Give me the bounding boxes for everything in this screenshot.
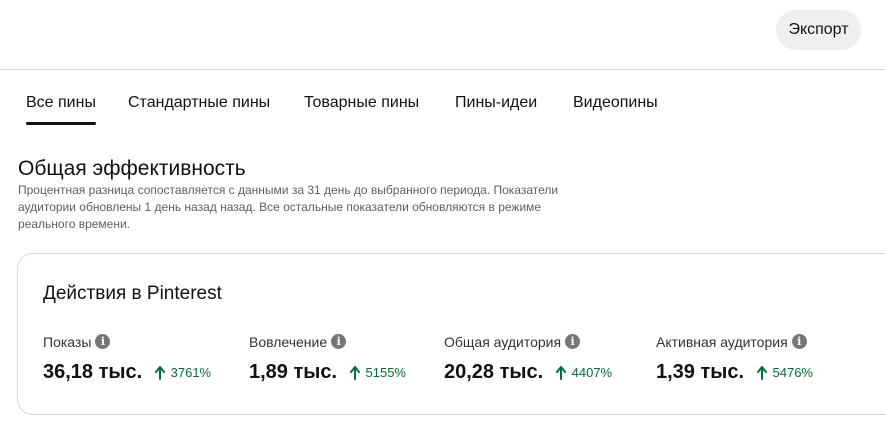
metric-label: Показы — [43, 333, 92, 350]
pinterest-actions-card: Действия в Pinterest Показы i 36,18 тыс. … — [17, 253, 886, 415]
metric-value: 36,18 тыс. — [43, 361, 143, 383]
info-icon[interactable]: i — [331, 334, 347, 350]
metric-total-audience: Общая аудитория i 20,28 тыс. 4407% — [444, 333, 612, 384]
trend-value: 5476% — [772, 365, 813, 381]
metric-label: Общая аудитория — [444, 333, 562, 350]
metric-active-audience: Активная аудитория i 1,39 тыс. 5476% — [656, 333, 813, 384]
trend-value: 4407% — [571, 365, 613, 381]
trend-indicator: 4407% — [555, 364, 613, 381]
metric-impressions: Показы i 36,18 тыс. 3761% — [43, 333, 211, 384]
tab-all-pins[interactable]: Все пины — [26, 94, 96, 125]
tab-product-pins[interactable]: Товарные пины — [304, 94, 419, 112]
metric-value: 20,28 тыс. — [444, 361, 544, 383]
tab-idea-pins[interactable]: Пины-идеи — [455, 94, 537, 112]
tab-standard-pins[interactable]: Стандартные пины — [128, 94, 270, 112]
trend-indicator: 5155% — [349, 364, 406, 381]
export-button[interactable]: Экспорт — [776, 10, 861, 50]
arrow-up-icon — [756, 366, 767, 381]
overview-description: Процентная разница сопоставляется с данн… — [18, 183, 559, 231]
trend-indicator: 3761% — [154, 364, 212, 381]
metric-engagement: Вовлечение i 1,89 тыс. 5155% — [249, 333, 406, 384]
tab-video-pins[interactable]: Видеопины — [573, 94, 658, 112]
info-icon[interactable]: i — [95, 334, 111, 350]
trend-indicator: 5476% — [756, 364, 813, 381]
metric-value: 1,39 тыс. — [656, 361, 745, 383]
info-icon[interactable]: i — [565, 334, 581, 350]
arrow-up-icon — [555, 366, 566, 381]
metric-value: 1,89 тыс. — [249, 361, 338, 383]
overview-title: Общая эффективность — [18, 157, 246, 180]
metric-label: Активная аудитория — [656, 333, 788, 350]
arrow-up-icon — [349, 366, 360, 381]
trend-value: 3761% — [170, 365, 212, 381]
card-title: Действия в Pinterest — [43, 283, 222, 304]
metric-label: Вовлечение — [249, 333, 328, 350]
arrow-up-icon — [154, 366, 165, 381]
info-icon[interactable]: i — [791, 334, 807, 350]
top-bar: Экспорт — [0, 0, 886, 70]
trend-value: 5155% — [365, 365, 406, 381]
